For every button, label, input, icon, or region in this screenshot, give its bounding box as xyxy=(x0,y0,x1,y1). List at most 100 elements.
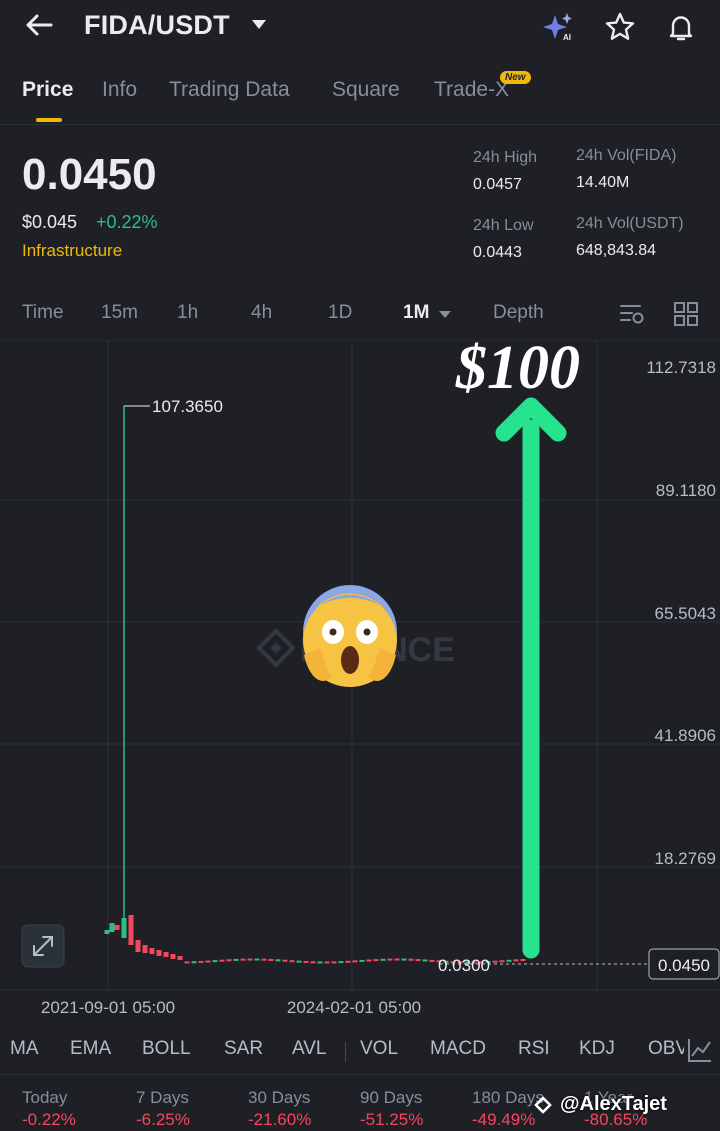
candle xyxy=(513,959,519,962)
active-tab-indicator xyxy=(36,118,62,122)
current-price-label: 0.0450 xyxy=(658,956,710,975)
interval-depth[interactable]: Depth xyxy=(493,302,544,324)
interval-1h[interactable]: 1h xyxy=(177,302,198,324)
chart-settings-icon[interactable] xyxy=(618,300,646,328)
interval-bar: Time 15m 1h 4h 1D 1M Depth xyxy=(0,300,720,330)
interval-15m[interactable]: 15m xyxy=(101,302,138,324)
y-tick-label: 89.1180 xyxy=(656,481,716,500)
candle xyxy=(198,960,204,963)
interval-1d[interactable]: 1D xyxy=(328,302,352,324)
candle xyxy=(317,961,323,964)
candle xyxy=(240,958,246,961)
category-tag[interactable]: Infrastructure xyxy=(22,241,122,261)
layout-grid-icon[interactable] xyxy=(672,300,700,328)
tab-trading-data[interactable]: Trading Data xyxy=(169,78,290,102)
interval-dropdown-icon[interactable] xyxy=(439,311,451,318)
perf-value: -51.25% xyxy=(360,1110,424,1129)
candle xyxy=(289,960,295,963)
tab-square[interactable]: Square xyxy=(332,78,400,102)
perf-value: -6.25% xyxy=(136,1110,190,1129)
candle xyxy=(219,959,225,962)
candle xyxy=(366,959,372,962)
ai-sparkle-icon[interactable]: AI xyxy=(541,10,575,44)
perf-label: 7 Days xyxy=(136,1088,189,1107)
candle xyxy=(121,918,127,938)
candle xyxy=(163,952,169,957)
indicator-rsi[interactable]: RSI xyxy=(518,1038,550,1060)
creator-watermark: @AlexTajet xyxy=(532,1093,667,1116)
tab-trade-x[interactable]: Trade-X xyxy=(434,78,509,102)
pair-dropdown-icon[interactable] xyxy=(252,20,266,29)
screaming-face-emoji xyxy=(303,585,397,687)
candle xyxy=(338,961,344,964)
fullscreen-expand-icon[interactable] xyxy=(21,924,65,968)
candle xyxy=(401,958,407,961)
candle xyxy=(109,923,115,932)
interval-1m[interactable]: 1M xyxy=(403,302,429,324)
candle xyxy=(303,961,309,964)
divider xyxy=(0,1074,720,1075)
candle xyxy=(352,960,358,963)
star-icon[interactable] xyxy=(603,10,637,44)
bell-icon[interactable] xyxy=(664,10,698,44)
x-tick-label: 2021-09-01 05:00 xyxy=(41,998,175,1017)
candle xyxy=(226,959,232,962)
indicator-ema[interactable]: EMA xyxy=(70,1038,111,1060)
candle xyxy=(387,958,393,961)
candle xyxy=(415,959,421,962)
candle xyxy=(380,958,386,961)
tab-info[interactable]: Info xyxy=(102,78,137,102)
indicator-macd[interactable]: MACD xyxy=(430,1038,486,1060)
x-tick-label: 2024-02-01 05:00 xyxy=(287,998,421,1017)
min-price-label: 0.0300 xyxy=(438,956,490,975)
candle xyxy=(149,948,155,954)
indicator-kdj[interactable]: KDJ xyxy=(579,1038,615,1060)
indicator-avl[interactable]: AVL xyxy=(292,1038,327,1060)
candle xyxy=(254,958,260,961)
candle xyxy=(345,960,351,963)
candle xyxy=(296,960,302,963)
candle xyxy=(310,961,316,964)
candle xyxy=(499,960,505,963)
indicator-ma[interactable]: MA xyxy=(10,1038,39,1060)
price-change: +0.22% xyxy=(96,212,158,232)
binance-logo-icon xyxy=(534,1095,552,1114)
candle xyxy=(104,930,110,934)
usd-price: $0.045 xyxy=(22,212,78,232)
tab-price[interactable]: Price xyxy=(22,78,73,102)
candle xyxy=(408,958,414,961)
candle xyxy=(394,958,400,961)
candle xyxy=(114,925,120,930)
interval-4h[interactable]: 4h xyxy=(251,302,272,324)
low-label: 24h Low xyxy=(473,217,534,234)
low-value: 0.0443 xyxy=(473,244,522,261)
candle xyxy=(520,958,526,961)
candle xyxy=(142,945,148,953)
indicator-vol[interactable]: VOL xyxy=(360,1038,398,1060)
candle xyxy=(373,959,379,962)
interval-time[interactable]: Time xyxy=(22,302,64,324)
perf-value: -49.49% xyxy=(472,1110,536,1129)
price-chart[interactable]: BINANCE 112.7318 89.1180 65.5043 41.8906… xyxy=(0,333,720,1020)
indicator-obv[interactable]: OBV xyxy=(648,1038,684,1060)
indicator-settings-icon[interactable] xyxy=(686,1036,714,1064)
perf-value: -0.22% xyxy=(22,1110,76,1129)
last-price: 0.0450 xyxy=(22,150,157,199)
candle xyxy=(128,915,134,945)
divider xyxy=(0,124,720,125)
candle xyxy=(156,950,162,956)
back-arrow-icon[interactable] xyxy=(22,8,56,42)
pair-title[interactable]: FIDA/USDT xyxy=(84,10,230,41)
candle xyxy=(324,961,330,964)
top-bar: FIDA/USDT AI xyxy=(0,0,720,56)
candle xyxy=(177,956,183,960)
indicator-sar[interactable]: SAR xyxy=(224,1038,263,1060)
perf-label: Today xyxy=(22,1088,68,1107)
candle xyxy=(429,959,435,962)
candle xyxy=(359,959,365,962)
vol-base-label: 24h Vol(FIDA) xyxy=(576,147,677,164)
indicator-boll[interactable]: BOLL xyxy=(142,1038,191,1060)
y-tick-label: 112.7318 xyxy=(646,358,716,377)
candle xyxy=(233,958,239,961)
y-tick-label: 65.5043 xyxy=(655,604,716,623)
